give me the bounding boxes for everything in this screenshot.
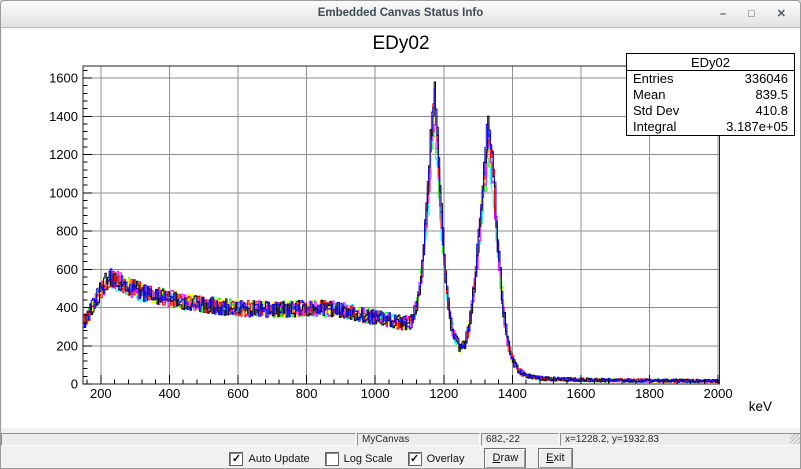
x-tick-label: 2000 [704, 386, 733, 401]
x-tick-label: 600 [227, 386, 249, 401]
status-segment-axis-coords: x=1228.2, y=1932.83 [560, 433, 800, 446]
canvas-title: EDy02 [372, 33, 429, 54]
y-tick-label: 600 [56, 262, 78, 277]
y-tick-label: 800 [56, 224, 78, 239]
stats-label: Std Dev [633, 103, 680, 118]
y-tick-label: 1400 [49, 109, 78, 124]
x-tick-label: 1200 [429, 386, 458, 401]
x-tick-label: 800 [296, 386, 318, 401]
resize-grip-icon[interactable] [790, 434, 800, 444]
y-tick-label: 1000 [49, 185, 78, 200]
spectrum-yellow[interactable] [83, 109, 720, 384]
control-bar: ✓ Auto Update Log Scale ✓ Overlay Draw E… [1, 447, 800, 468]
spectrum-blue[interactable] [83, 88, 720, 384]
stats-value: 410.8 [755, 103, 788, 118]
y-tick-label: 1600 [49, 71, 78, 86]
plot-frame [82, 65, 720, 385]
x-tick-label: 1800 [635, 386, 664, 401]
checkbox-icon[interactable] [324, 451, 339, 466]
embedded-canvas[interactable]: 200 400 600 800 1000 1200 1400 1600 1800 2000 0 200… [2, 29, 800, 428]
stats-value: 336046 [744, 71, 788, 86]
close-icon[interactable]: ✕ [777, 6, 786, 22]
minimize-icon[interactable]: – [720, 6, 726, 22]
stats-row: Integral 3.187e+05 [627, 119, 794, 135]
status-segment-canvas-name: MyCanvas [357, 433, 480, 446]
window-title: Embedded Canvas Status Info [317, 7, 484, 19]
spectrum-magenta[interactable] [83, 116, 720, 384]
log-scale-checkbox[interactable]: Log Scale [324, 451, 393, 466]
stats-box-title: EDy02 [627, 54, 794, 71]
draw-button[interactable]: Draw [484, 448, 527, 468]
stats-row: Mean 839.5 [627, 87, 794, 103]
y-tick-label: 200 [56, 338, 78, 353]
stats-value: 3.187e+05 [726, 119, 788, 134]
maximize-icon[interactable]: □ [748, 6, 755, 22]
spectrum-cyan[interactable] [83, 130, 720, 384]
y-tick-label: 1200 [49, 147, 78, 162]
stats-box[interactable]: EDy02 Entries 336046 Mean 839.5 Std Dev … [626, 53, 795, 136]
spectrum-red[interactable] [83, 90, 720, 383]
root-window: Embedded Canvas Status Info – □ ✕ 200 400… [0, 0, 801, 469]
overlay-checkbox[interactable]: ✓ Overlay [407, 451, 464, 466]
auto-update-checkbox[interactable]: ✓ Auto Update [229, 451, 310, 466]
stats-label: Entries [633, 71, 674, 86]
status-segment-event-coords: 682,-22 [481, 433, 559, 446]
stats-label: Mean [633, 87, 666, 102]
x-axis-title: keV [749, 399, 772, 414]
checkbox-icon[interactable]: ✓ [407, 451, 422, 466]
y-tick-label: 400 [56, 300, 78, 315]
x-tick-label: 1600 [566, 386, 595, 401]
stats-row: Entries 336046 [627, 71, 794, 87]
exit-button[interactable]: Exit [538, 448, 573, 468]
x-tick-label: 1400 [498, 386, 527, 401]
stats-value: 839.5 [755, 87, 788, 102]
stats-label: Integral [633, 119, 677, 134]
y-tick-label: 0 [71, 377, 78, 392]
status-bar: MyCanvas 682,-22 x=1228.2, y=1932.83 [1, 433, 800, 447]
spectrum-black[interactable] [83, 81, 720, 383]
stats-row: Std Dev 410.8 [627, 103, 794, 119]
x-tick-label: 1000 [361, 386, 390, 401]
checkbox-icon[interactable]: ✓ [229, 451, 244, 466]
x-tick-label: 400 [159, 386, 181, 401]
title-bar[interactable]: Embedded Canvas Status Info – □ ✕ [1, 1, 800, 28]
status-segment-empty [1, 433, 356, 446]
x-tick-label: 200 [90, 386, 112, 401]
